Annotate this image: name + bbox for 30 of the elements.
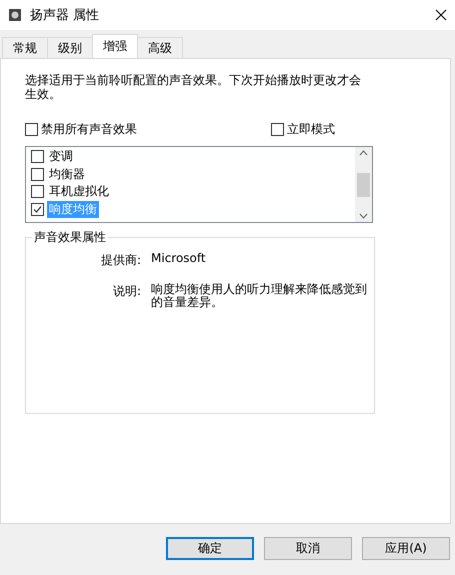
property-label: 说明: — [112, 283, 141, 300]
dialog-button[interactable]: 取消 — [264, 537, 352, 560]
dialog-button[interactable]: 确定 — [166, 537, 254, 560]
checkbox-label: 立即模式 — [287, 121, 335, 138]
scroll-thumb[interactable] — [357, 172, 370, 196]
property-value: 响度均衡使用人的听力理解来降低感觉到的音量差异。 — [151, 283, 368, 309]
checkbox-label: 禁用所有声音效果 — [41, 121, 137, 138]
checkbox[interactable] — [31, 168, 44, 181]
speaker-icon — [8, 8, 22, 22]
tab[interactable]: 常规 — [2, 37, 48, 58]
intro-text: 选择适用于当前聆听配置的声音效果。下次开始播放时更改才会生效。 — [25, 73, 362, 101]
property-label: 提供商: — [100, 252, 141, 269]
list-item[interactable]: 变调 — [47, 148, 75, 166]
checkbox[interactable] — [31, 202, 44, 216]
scrollbar[interactable] — [355, 147, 372, 222]
dialog-button[interactable]: 应用(A) — [362, 537, 450, 560]
tab[interactable]: 增强 — [92, 34, 138, 58]
checkbox[interactable] — [31, 150, 44, 164]
scroll-up-icon[interactable] — [359, 150, 368, 156]
list-item[interactable]: 均衡器 — [47, 166, 87, 183]
property-value: Microsoft — [151, 252, 207, 267]
checkbox[interactable] — [31, 185, 44, 198]
checkbox[interactable] — [271, 123, 284, 136]
window-title: 扬声器 属性 — [30, 7, 100, 24]
group-title: 声音效果属性 — [33, 229, 107, 246]
close-icon[interactable] — [435, 9, 447, 21]
list-item[interactable]: 耳机虚拟化 — [47, 183, 111, 200]
scroll-down-icon[interactable] — [359, 213, 368, 219]
tab[interactable]: 高级 — [137, 37, 183, 58]
checkbox[interactable] — [25, 123, 38, 136]
